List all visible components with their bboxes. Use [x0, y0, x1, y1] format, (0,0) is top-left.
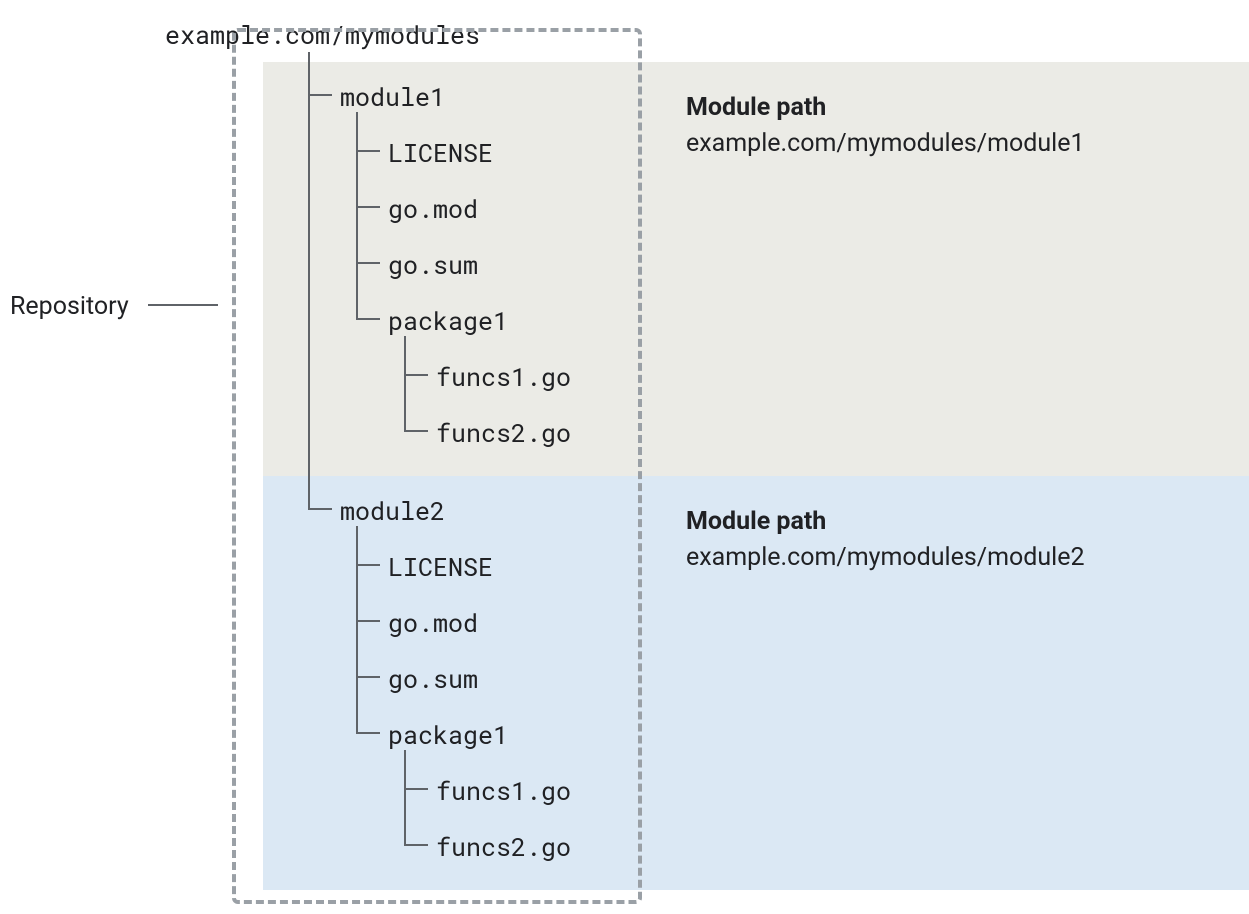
tree-line: [308, 94, 332, 96]
tree-line: [356, 620, 380, 622]
repository-pointer-line: [148, 304, 218, 306]
repository-label: Repository: [10, 292, 129, 321]
module2-heading: Module path: [686, 504, 1085, 540]
tree-node-module2-gomod: go.mod: [388, 606, 478, 639]
tree-node-module1: module1: [340, 80, 445, 113]
tree-line: [404, 788, 428, 790]
tree-line: [356, 564, 358, 574]
module2-info: Module path example.com/mymodules/module…: [686, 504, 1085, 577]
tree-node-module2-funcs2: funcs2.go: [436, 830, 571, 863]
tree-node-module2-funcs1: funcs1.go: [436, 774, 571, 807]
tree-line: [404, 788, 406, 798]
tree-line: [404, 844, 428, 846]
module1-path: example.com/mymodules/module1: [686, 126, 1085, 162]
tree-line: [404, 430, 428, 432]
tree-line: [356, 150, 380, 152]
tree-node-module1-package: package1: [388, 304, 508, 337]
repository-root-path: example.com/mymodules: [165, 18, 480, 51]
tree-line: [356, 150, 358, 160]
tree-node-module1-gomod: go.mod: [388, 192, 478, 225]
tree-node-module2-license: LICENSE: [388, 550, 493, 583]
tree-line: [356, 676, 358, 686]
tree-line: [356, 676, 380, 678]
module1-heading: Module path: [686, 90, 1085, 126]
tree-line: [404, 374, 406, 384]
tree-node-module2: module2: [340, 494, 445, 527]
tree-line: [356, 564, 380, 566]
module1-info: Module path example.com/mymodules/module…: [686, 90, 1085, 163]
tree-node-module2-gosum: go.sum: [388, 662, 478, 695]
tree-line: [356, 262, 358, 272]
tree-node-module2-package: package1: [388, 718, 508, 751]
tree-line: [356, 262, 380, 264]
tree-node-module1-funcs1: funcs1.go: [436, 360, 571, 393]
tree-node-module1-funcs2: funcs2.go: [436, 416, 571, 449]
tree-line: [308, 94, 310, 104]
module2-path: example.com/mymodules/module2: [686, 540, 1085, 576]
tree-line: [356, 620, 358, 630]
tree-line: [404, 374, 428, 376]
tree-line: [356, 318, 380, 320]
tree-line: [356, 732, 380, 734]
tree-node-module1-gosum: go.sum: [388, 248, 478, 281]
tree-line: [356, 206, 380, 208]
tree-node-module1-license: LICENSE: [388, 136, 493, 169]
tree-line: [356, 206, 358, 216]
tree-line: [308, 508, 332, 510]
tree-line: [308, 52, 310, 508]
